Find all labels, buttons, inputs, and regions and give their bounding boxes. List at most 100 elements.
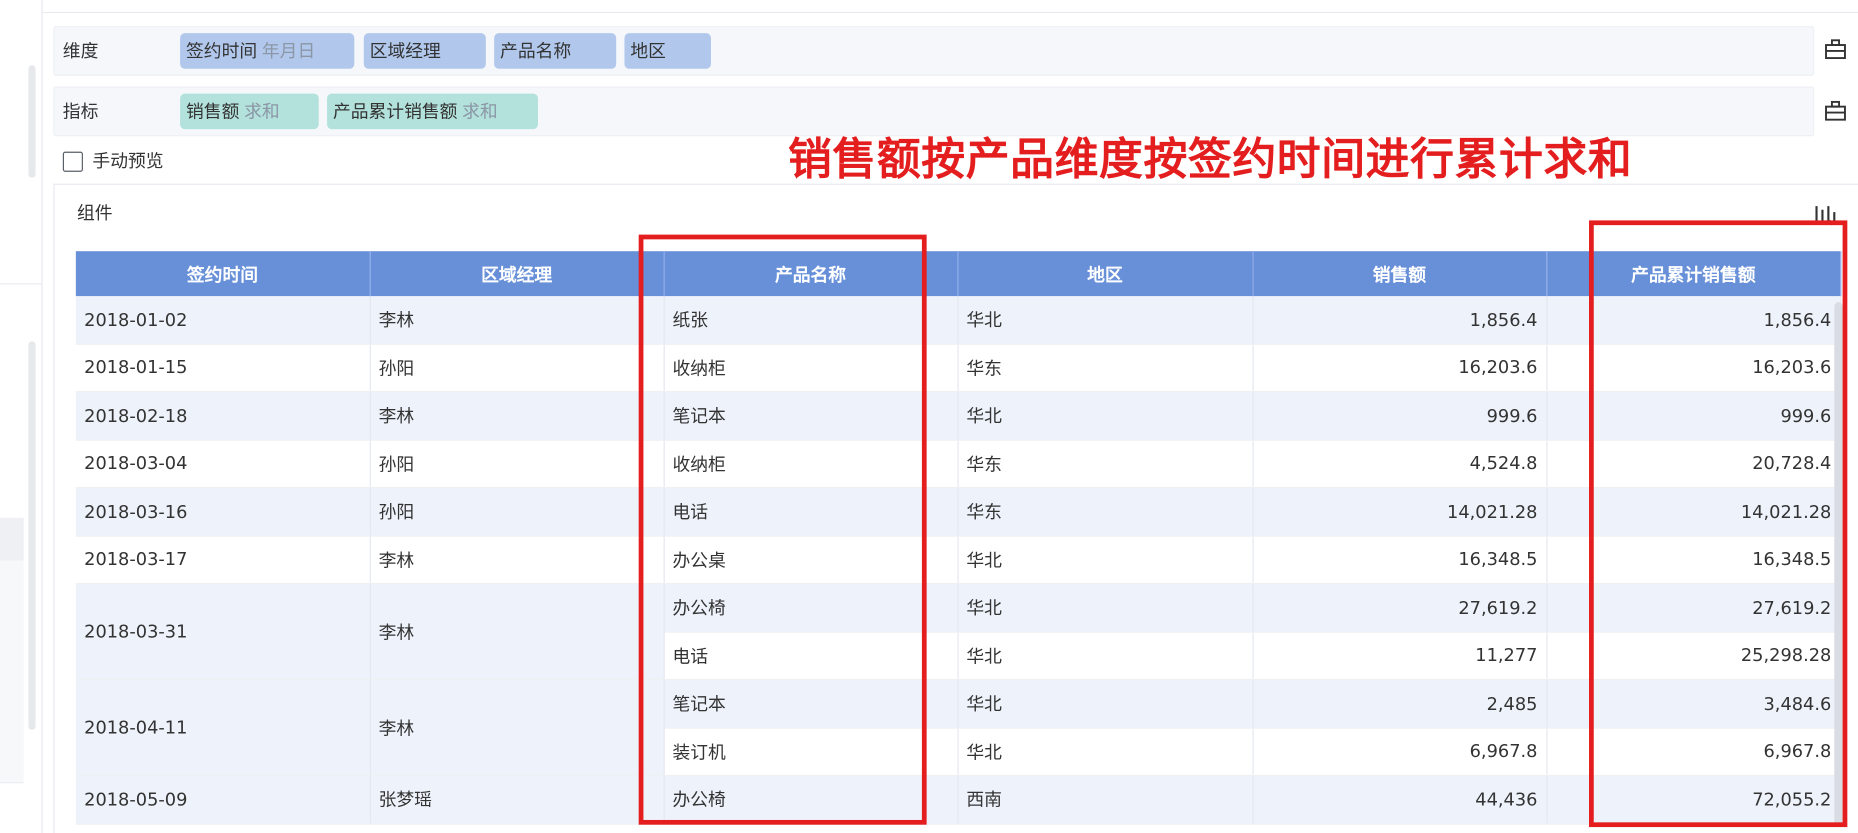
cell-sales: 16,348.5	[1252, 535, 1547, 585]
component-title: 组件	[77, 202, 113, 224]
table-row: 2018-04-11 李林 笔记本 华北 2,485 3,484.6	[75, 679, 1841, 777]
cell-date: 2018-05-09	[75, 775, 371, 825]
cell-sales: 14,021.28	[1252, 487, 1547, 537]
table-row: 2018-03-31 李林 办公椅 华北 27,619.2 27,619.2	[75, 583, 1841, 681]
cell-region: 华北	[957, 535, 1254, 585]
cell-cumulative: 1,856.4	[1546, 296, 1841, 345]
left-selected-item[interactable]	[0, 517, 24, 561]
dimension-chip-region-manager[interactable]: 区域经理	[363, 33, 486, 69]
cell-manager: 李林	[369, 296, 665, 345]
cell-manager: 李林	[369, 535, 665, 585]
column-header-region-manager[interactable]: 区域经理	[369, 251, 665, 297]
cell-product: 办公桌	[663, 535, 959, 585]
column-header-cumulative-sales[interactable]: 产品累计销售额	[1546, 251, 1841, 297]
table-header: 签约时间 区域经理 产品名称 地区 销售额 产品累计销售额	[75, 251, 1841, 297]
cell-manager: 李林	[369, 391, 665, 441]
cell-product: 笔记本	[663, 391, 959, 441]
chip-name: 产品累计销售额	[332, 100, 458, 123]
measure-chip-sales[interactable]: 销售额 求和	[180, 93, 319, 130]
left-scrollbar-bottom[interactable]	[28, 341, 36, 730]
cell-product: 纸张	[663, 296, 959, 345]
cell-cumulative: 6,967.8	[1546, 727, 1841, 777]
cell-date: 2018-02-18	[75, 391, 371, 441]
cell-manager: 孙阳	[369, 487, 665, 537]
column-header-region[interactable]: 地区	[957, 251, 1254, 297]
cell-cumulative: 72,055.2	[1546, 775, 1841, 825]
cell-cumulative: 3,484.6	[1546, 679, 1841, 729]
left-scrollbar-top[interactable]	[28, 65, 36, 178]
annotation-title: 销售额按产品维度按签约时间进行累计求和	[787, 133, 1633, 185]
cell-product: 电话	[663, 487, 959, 537]
column-header-product-name[interactable]: 产品名称	[663, 251, 959, 297]
cell-sales: 1,856.4	[1252, 296, 1547, 345]
dimension-row: 维度 签约时间 年月日 区域经理 产品名称 地区	[53, 26, 1815, 76]
column-header-sign-date[interactable]: 签约时间	[75, 251, 371, 297]
cell-cumulative: 20,728.4	[1546, 439, 1841, 489]
cell-date: 2018-01-02	[75, 296, 371, 345]
left-list-block	[0, 560, 24, 784]
left-panel	[0, 0, 43, 833]
cell-cumulative: 14,021.28	[1546, 487, 1841, 537]
top-divider	[41, 11, 1858, 14]
toolbox-icon[interactable]	[1821, 97, 1849, 125]
cell-product: 收纳柜	[663, 439, 959, 489]
table-row: 2018-03-16 孙阳 电话 华东 14,021.28 14,021.28	[75, 487, 1841, 537]
data-table: 签约时间 区域经理 产品名称 地区 销售额 产品累计销售额 2018-01-02…	[75, 251, 1841, 825]
left-divider	[0, 283, 42, 285]
chip-aggregation[interactable]: 求和	[244, 101, 280, 122]
bi-editor: 维度 签约时间 年月日 区域经理 产品名称 地区 指标 销售额 求和 产品累计销售额…	[0, 0, 1858, 833]
cell-sales: 4,524.8	[1252, 439, 1547, 489]
cell-date: 2018-03-17	[75, 535, 371, 585]
dimension-chip-region[interactable]: 地区	[624, 33, 711, 69]
cell-cumulative: 999.6	[1546, 391, 1841, 441]
cell-cumulative: 16,348.5	[1546, 535, 1841, 585]
table-scrollbar[interactable]	[1834, 302, 1843, 826]
measure-chip-cumulative-sales[interactable]: 产品累计销售额 求和	[327, 93, 538, 130]
toolbox-icon[interactable]	[1821, 36, 1849, 64]
cell-product: 笔记本	[663, 679, 959, 729]
chip-name: 签约时间	[186, 40, 258, 62]
chip-name: 产品名称	[500, 40, 572, 62]
cell-manager: 孙阳	[369, 343, 665, 393]
cell-region: 华北	[957, 679, 1254, 729]
cell-region: 华东	[957, 487, 1254, 537]
cell-date: 2018-03-16	[75, 487, 371, 537]
cell-region: 华东	[957, 439, 1254, 489]
cell-sales: 2,485	[1252, 679, 1547, 729]
cell-cumulative: 25,298.28	[1546, 631, 1841, 681]
chart-switch-icon[interactable]	[1813, 203, 1837, 227]
cell-manager: 张梦瑶	[369, 775, 665, 825]
cell-sales: 27,619.2	[1252, 583, 1547, 633]
table-row: 2018-05-09 张梦瑶 办公椅 西南 44,436 72,055.2	[75, 775, 1841, 825]
cell-product: 办公椅	[663, 775, 959, 825]
dimension-chip-product-name[interactable]: 产品名称	[494, 33, 617, 69]
cell-sales: 11,277	[1252, 631, 1547, 681]
cell-date-merged: 2018-03-31	[75, 583, 371, 681]
dimension-label: 维度	[62, 40, 99, 62]
chip-granularity[interactable]: 年月日	[262, 40, 315, 61]
measure-row: 指标 销售额 求和 产品累计销售额 求和	[53, 86, 1815, 137]
cell-date-merged: 2018-04-11	[75, 679, 371, 777]
table-row: 2018-01-02 李林 纸张 华北 1,856.4 1,856.4	[75, 296, 1841, 345]
table-row: 2018-02-18 李林 笔记本 华北 999.6 999.6	[75, 391, 1841, 441]
chip-aggregation[interactable]: 求和	[462, 101, 498, 122]
manual-preview-checkbox[interactable]	[62, 151, 83, 172]
cell-product: 办公椅	[663, 583, 959, 633]
cell-product: 收纳柜	[663, 343, 959, 393]
cell-sales: 6,967.8	[1252, 727, 1547, 777]
cell-sales: 999.6	[1252, 391, 1547, 441]
cell-date: 2018-01-15	[75, 343, 371, 393]
dimension-chip-sign-date[interactable]: 签约时间 年月日	[180, 33, 355, 69]
cell-region: 华北	[957, 727, 1254, 777]
column-header-sales[interactable]: 销售额	[1252, 251, 1547, 297]
cell-cumulative: 16,203.6	[1546, 343, 1841, 393]
cell-region: 华北	[957, 296, 1254, 345]
table-row: 2018-01-15 孙阳 收纳柜 华东 16,203.6 16,203.6	[75, 343, 1841, 393]
cell-region: 华东	[957, 343, 1254, 393]
table-row: 2018-03-17 李林 办公桌 华北 16,348.5 16,348.5	[75, 535, 1841, 585]
cell-cumulative: 27,619.2	[1546, 583, 1841, 633]
chip-name: 销售额	[186, 100, 240, 123]
cell-date: 2018-03-04	[75, 439, 371, 489]
cell-sales: 44,436	[1252, 775, 1547, 825]
cell-manager-merged: 李林	[369, 679, 665, 777]
